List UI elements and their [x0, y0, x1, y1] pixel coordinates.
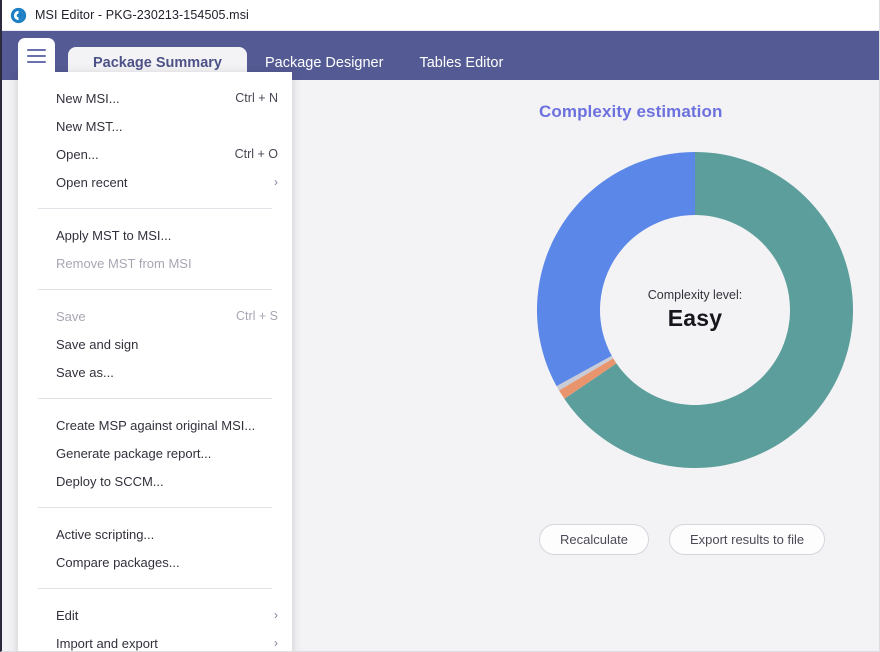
menu-item-apply-mst-to-msi[interactable]: Apply MST to MSI... [18, 223, 292, 247]
menu-item-icon-slot [26, 445, 46, 461]
complexity-donut-chart: Complexity level: Easy [535, 150, 855, 470]
menu-item-label: Active scripting... [56, 526, 155, 542]
menu-group: Edit›Import and export›Validation› [18, 597, 292, 651]
menu-separator [38, 398, 272, 399]
menu-item-label: Open... [56, 146, 99, 162]
menu-item-icon-slot [26, 473, 46, 489]
menu-item-icon-slot [26, 255, 46, 271]
app-logo-icon [10, 7, 27, 23]
menu-item-label: New MSI... [56, 90, 120, 106]
menu-item-icon-slot [26, 607, 46, 623]
chevron-right-icon: › [274, 175, 278, 189]
menu-separator [38, 507, 272, 508]
menu-item-icon-slot [26, 227, 46, 243]
hamburger-icon[interactable] [18, 38, 55, 73]
menu-group: Apply MST to MSI... Remove MST from MSI [18, 217, 292, 281]
app-window: MSI Editor - PKG-230213-154505.msi Packa… [0, 0, 880, 652]
menu-group: Active scripting... Compare packages... [18, 516, 292, 580]
donut-slice-very-complex [537, 152, 695, 387]
chevron-right-icon: › [274, 636, 278, 650]
menu-separator [38, 588, 272, 589]
menu-item-remove-mst-from-msi: Remove MST from MSI [18, 251, 292, 275]
menu-item-icon-slot [26, 118, 46, 134]
menu-item-edit[interactable]: Edit › [18, 603, 292, 627]
window-title: MSI Editor - PKG-230213-154505.msi [35, 8, 249, 22]
menu-item-icon-slot [26, 364, 46, 380]
menu-item-label: Apply MST to MSI... [56, 227, 172, 243]
menu-item-label: Deploy to SCCM... [56, 473, 164, 489]
menu-item-label: Generate package report... [56, 445, 212, 461]
menu-item-open-recent[interactable]: Open recent › [18, 170, 292, 194]
hamburger-bar [27, 48, 46, 51]
menu-item-shortcut: Ctrl + S [235, 309, 278, 323]
hamburger-bar [27, 60, 46, 63]
menu-item-label: Save and sign [56, 336, 139, 352]
menu-item-label: Remove MST from MSI [56, 255, 192, 271]
menu-item-create-msp-against-original-msi[interactable]: Create MSP against original MSI... [18, 413, 292, 437]
menu-group: New MSI... Ctrl + N New MST... Open... Ctrl … [18, 80, 292, 200]
menu-group: Save Ctrl + S Save and sign Save as... [18, 298, 292, 390]
menu-item-compare-packages[interactable]: Compare packages... [18, 550, 292, 574]
menu-item-icon-slot [26, 417, 46, 433]
menu-item-label: Import and export [56, 635, 158, 651]
menu-item-icon-slot [26, 146, 46, 162]
menu-item-icon-slot [26, 526, 46, 542]
menu-item-icon-slot [26, 554, 46, 570]
menu-group: Create MSP against original MSI... Genera… [18, 407, 292, 499]
export-results-button[interactable]: Export results to file [668, 524, 826, 555]
menu-item-open[interactable]: Open... Ctrl + O [18, 142, 292, 166]
menu-item-shortcut: Ctrl + O [234, 147, 278, 161]
menu-item-label: Create MSP against original MSI... [56, 417, 256, 433]
menu-item-save-as[interactable]: Save as... [18, 360, 292, 384]
title-bar: MSI Editor - PKG-230213-154505.msi [2, 0, 879, 31]
menu-item-active-scripting[interactable]: Active scripting... [18, 522, 292, 546]
chart-action-buttons: Recalculate Export results to file [539, 524, 826, 555]
main-menu-panel[interactable]: New MSI... Ctrl + N New MST... Open... Ctrl … [18, 72, 292, 651]
menu-item-icon-slot [26, 174, 46, 190]
menu-separator [38, 208, 272, 209]
hamburger-bar [27, 54, 46, 57]
chevron-right-icon: › [274, 608, 278, 622]
menu-item-new-mst[interactable]: New MST... [18, 114, 292, 138]
menu-separator [38, 289, 272, 290]
menu-item-label: New MST... [56, 118, 123, 134]
donut-svg [537, 152, 853, 468]
menu-item-label: Save [56, 308, 86, 324]
menu-item-new-msi[interactable]: New MSI... Ctrl + N [18, 86, 292, 110]
menu-item-generate-package-report[interactable]: Generate package report... [18, 441, 292, 465]
menu-item-label: Open recent [56, 174, 128, 190]
menu-item-deploy-to-sccm[interactable]: Deploy to SCCM... [18, 469, 292, 493]
menu-item-icon-slot [26, 635, 46, 651]
menu-item-shortcut: Ctrl + N [235, 91, 278, 105]
menu-item-icon-slot [26, 90, 46, 106]
menu-item-label: Compare packages... [56, 554, 180, 570]
page-title: Complexity estimation [539, 102, 723, 121]
menu-item-label: Save as... [56, 364, 114, 380]
menu-item-save: Save Ctrl + S [18, 304, 292, 328]
menu-item-icon-slot [26, 308, 46, 324]
recalculate-button[interactable]: Recalculate [539, 524, 649, 555]
menu-item-label: Edit [56, 607, 79, 623]
tab-tables-editor[interactable]: Tables Editor [401, 47, 521, 80]
menu-item-import-and-export[interactable]: Import and export › [18, 631, 292, 651]
menu-item-icon-slot [26, 336, 46, 352]
menu-item-save-and-sign[interactable]: Save and sign [18, 332, 292, 356]
